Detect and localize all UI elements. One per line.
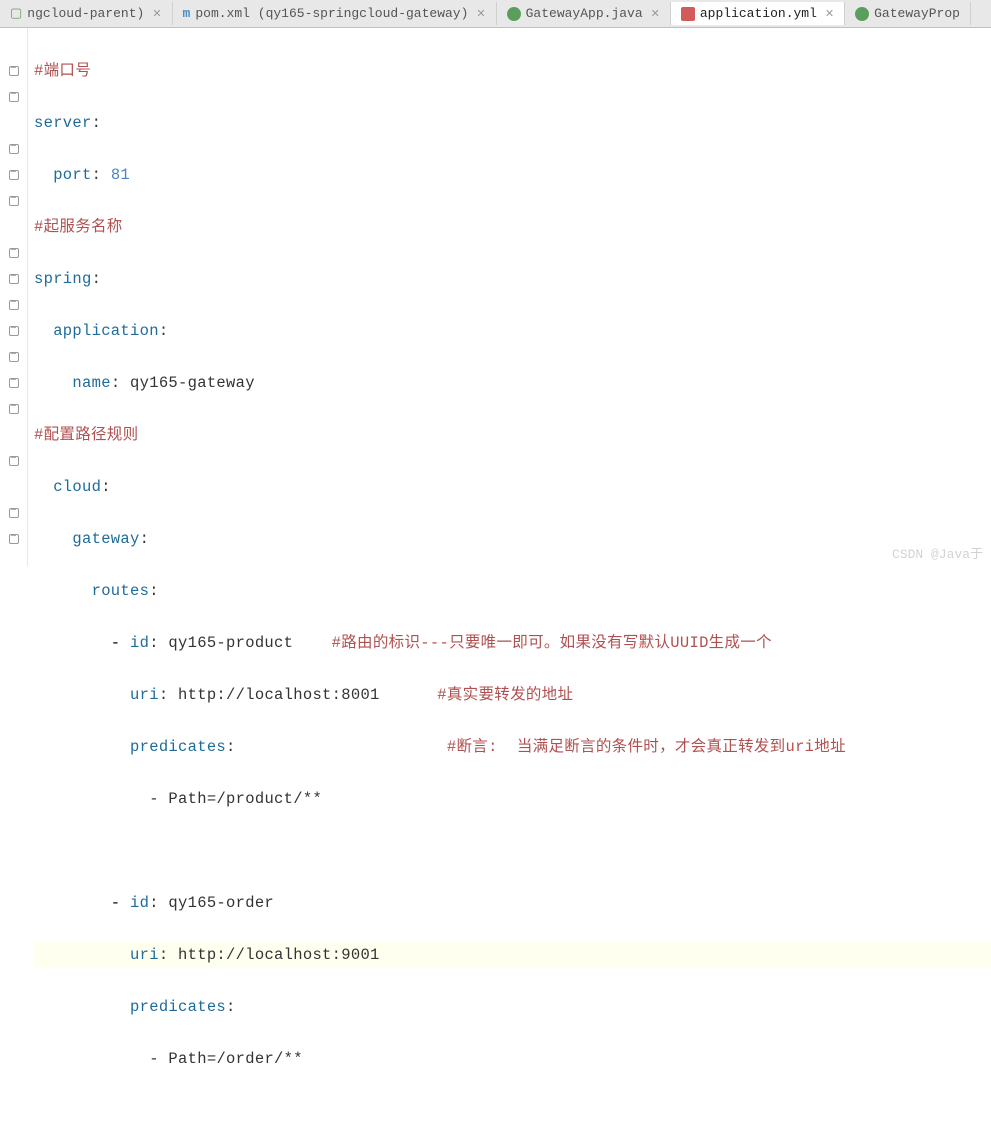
comment: #真实要转发的地址 <box>437 686 573 704</box>
fold-icon[interactable] <box>9 326 19 336</box>
java-icon <box>855 7 869 21</box>
fold-icon[interactable] <box>9 274 19 284</box>
yaml-value: qy165-product <box>168 634 293 652</box>
yaml-value: qy165-gateway <box>130 374 255 392</box>
close-icon[interactable]: ✕ <box>651 7 660 21</box>
tab-label: GatewayProp <box>874 6 960 21</box>
tab-application-yml[interactable]: application.yml ✕ <box>671 2 845 25</box>
tab-pom[interactable]: m pom.xml (qy165-springcloud-gateway) ✕ <box>173 2 497 25</box>
code-area[interactable]: #端口号 server: port: 81 #起服务名称 spring: app… <box>28 28 991 566</box>
fold-icon[interactable] <box>9 378 19 388</box>
tab-parent[interactable]: ▢ ngcloud-parent) ✕ <box>0 2 173 25</box>
comment: #路由的标识---只要唯一即可。如果没有写默认UUID生成一个 <box>332 634 772 652</box>
yaml-key: id <box>130 634 149 652</box>
tab-gatewayprop[interactable]: GatewayProp <box>845 2 971 25</box>
tab-gatewayapp[interactable]: GatewayApp.java ✕ <box>497 2 671 25</box>
java-icon <box>507 7 521 21</box>
yaml-value: Path=/product/** <box>168 790 322 808</box>
close-icon[interactable]: ✕ <box>476 7 485 21</box>
yaml-key: spring <box>34 270 92 288</box>
tab-label: GatewayApp.java <box>526 6 643 21</box>
fold-icon[interactable] <box>9 534 19 544</box>
fold-icon[interactable] <box>9 144 19 154</box>
fold-icon[interactable] <box>9 404 19 414</box>
yaml-icon <box>681 7 695 21</box>
yaml-value: 81 <box>111 166 130 184</box>
fold-icon[interactable] <box>9 300 19 310</box>
fold-icon[interactable] <box>9 170 19 180</box>
comment: #起服务名称 <box>34 218 123 236</box>
fold-icon[interactable] <box>9 92 19 102</box>
yaml-key: server <box>34 114 92 132</box>
comment: #断言: 当满足断言的条件时，才会真正转发到uri地址 <box>447 738 846 756</box>
yaml-key: predicates <box>130 998 226 1016</box>
maven-icon: m <box>183 6 191 21</box>
close-icon[interactable]: ✕ <box>825 7 834 21</box>
yaml-key: port <box>53 166 91 184</box>
gutter <box>0 28 28 566</box>
tab-label: pom.xml (qy165-springcloud-gateway) <box>195 6 468 21</box>
yaml-key: cloud <box>53 478 101 496</box>
editor-area: #端口号 server: port: 81 #起服务名称 spring: app… <box>0 28 991 566</box>
yaml-key: application <box>53 322 159 340</box>
close-icon[interactable]: ✕ <box>152 7 161 21</box>
tab-label: application.yml <box>700 6 817 21</box>
watermark: CSDN @Java于 <box>892 543 983 562</box>
fold-icon[interactable] <box>9 352 19 362</box>
yaml-value: http://localhost:8001 <box>178 686 380 704</box>
fold-icon[interactable] <box>9 66 19 76</box>
comment: #端口号 <box>34 62 91 80</box>
yaml-value: qy165-order <box>168 894 274 912</box>
fold-icon[interactable] <box>9 196 19 206</box>
yaml-key: id <box>130 894 149 912</box>
tab-bar: ▢ ngcloud-parent) ✕ m pom.xml (qy165-spr… <box>0 0 991 28</box>
yaml-key: uri <box>130 946 159 964</box>
module-icon: ▢ <box>10 6 22 21</box>
yaml-key: predicates <box>130 738 226 756</box>
fold-icon[interactable] <box>9 508 19 518</box>
comment: #配置路径规则 <box>34 426 138 444</box>
fold-icon[interactable] <box>9 248 19 258</box>
yaml-key: name <box>72 374 110 392</box>
yaml-key: gateway <box>72 530 139 548</box>
yaml-value: http://localhost:9001 <box>178 946 380 964</box>
yaml-key: routes <box>92 582 150 600</box>
yaml-key: uri <box>130 686 159 704</box>
tab-label: ngcloud-parent) <box>27 6 144 21</box>
fold-icon[interactable] <box>9 456 19 466</box>
yaml-value: Path=/order/** <box>168 1050 302 1068</box>
